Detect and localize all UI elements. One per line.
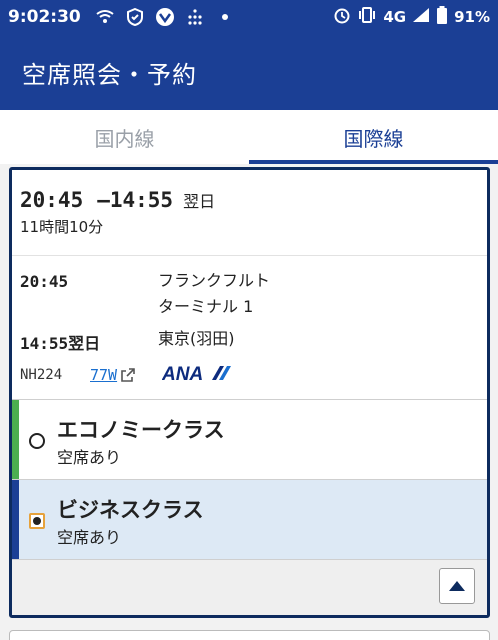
wifi-calling-icon: [95, 7, 115, 27]
collapse-button[interactable]: [439, 568, 475, 604]
alarm-icon: [333, 6, 351, 28]
segment-dep-terminal: ターミナル 1: [158, 297, 254, 316]
tab-domestic[interactable]: 国内線: [0, 110, 249, 164]
ana-logo: ANA: [161, 362, 232, 385]
triangle-up-icon: [448, 577, 466, 596]
fare-accent-bar: [12, 480, 19, 559]
fare-name: エコノミークラス: [57, 418, 225, 442]
page-title: 空席照会・予約: [22, 60, 197, 89]
flight-summary[interactable]: 20:45 —14:55 翌日 11時間10分: [12, 170, 487, 256]
flight-times: 20:45 —14:55 翌日: [20, 188, 479, 212]
status-bar: 9:02:30 4G 91%: [0, 0, 498, 34]
tab-international[interactable]: 国際線: [249, 110, 498, 164]
fare-accent-bar: [12, 400, 19, 479]
segment-dep-place: フランクフルト: [158, 271, 271, 290]
external-link-icon[interactable]: [120, 367, 136, 383]
fare-business[interactable]: ビジネスクラス 空席あり: [12, 480, 487, 560]
grid-icon: [185, 7, 205, 27]
vibrate-icon: [357, 7, 377, 27]
fare-economy[interactable]: エコノミークラス 空席あり: [12, 400, 487, 480]
flight-card: 20:45 —14:55 翌日 11時間10分 20:45 フランクフルト ター…: [9, 167, 490, 618]
segment-detail: 20:45 フランクフルト ターミナル 1 14:55翌日 東京(羽田) NH2…: [12, 256, 487, 400]
fare-name: ビジネスクラス: [57, 498, 204, 522]
next-day-label: 翌日: [183, 192, 216, 211]
status-time: 9:02:30: [8, 7, 81, 27]
app-header: 空席照会・予約: [0, 34, 498, 110]
card-footer: [12, 560, 487, 615]
ana-logo-text: ANA: [162, 364, 203, 384]
vpn-icon: [155, 7, 175, 27]
network-type: 4G: [383, 8, 407, 26]
fare-availability: 空席あり: [57, 528, 122, 547]
battery-icon: [436, 6, 448, 28]
segment-dep-time: 20:45: [20, 272, 69, 291]
depart-time: 20:45: [20, 188, 84, 212]
dot-icon: [215, 7, 235, 27]
fare-radio-business[interactable]: [29, 513, 45, 529]
battery-level: 91%: [454, 8, 490, 26]
signal-icon: [412, 7, 430, 27]
route-tabs: 国内線 国際線: [0, 110, 498, 164]
segment-arr-place: 東京(羽田): [158, 329, 235, 348]
fare-availability: 空席あり: [57, 448, 122, 467]
arrive-time: —14:55: [97, 188, 174, 212]
flight-duration: 11時間10分: [20, 218, 104, 236]
segment-arr-time: 14:55翌日: [20, 334, 101, 353]
flight-number: NH224: [20, 367, 63, 383]
fare-radio-economy[interactable]: [29, 433, 45, 449]
shield-icon: [125, 7, 145, 27]
aircraft-type-link[interactable]: 77W: [90, 366, 117, 384]
next-card-peek: [9, 630, 490, 640]
